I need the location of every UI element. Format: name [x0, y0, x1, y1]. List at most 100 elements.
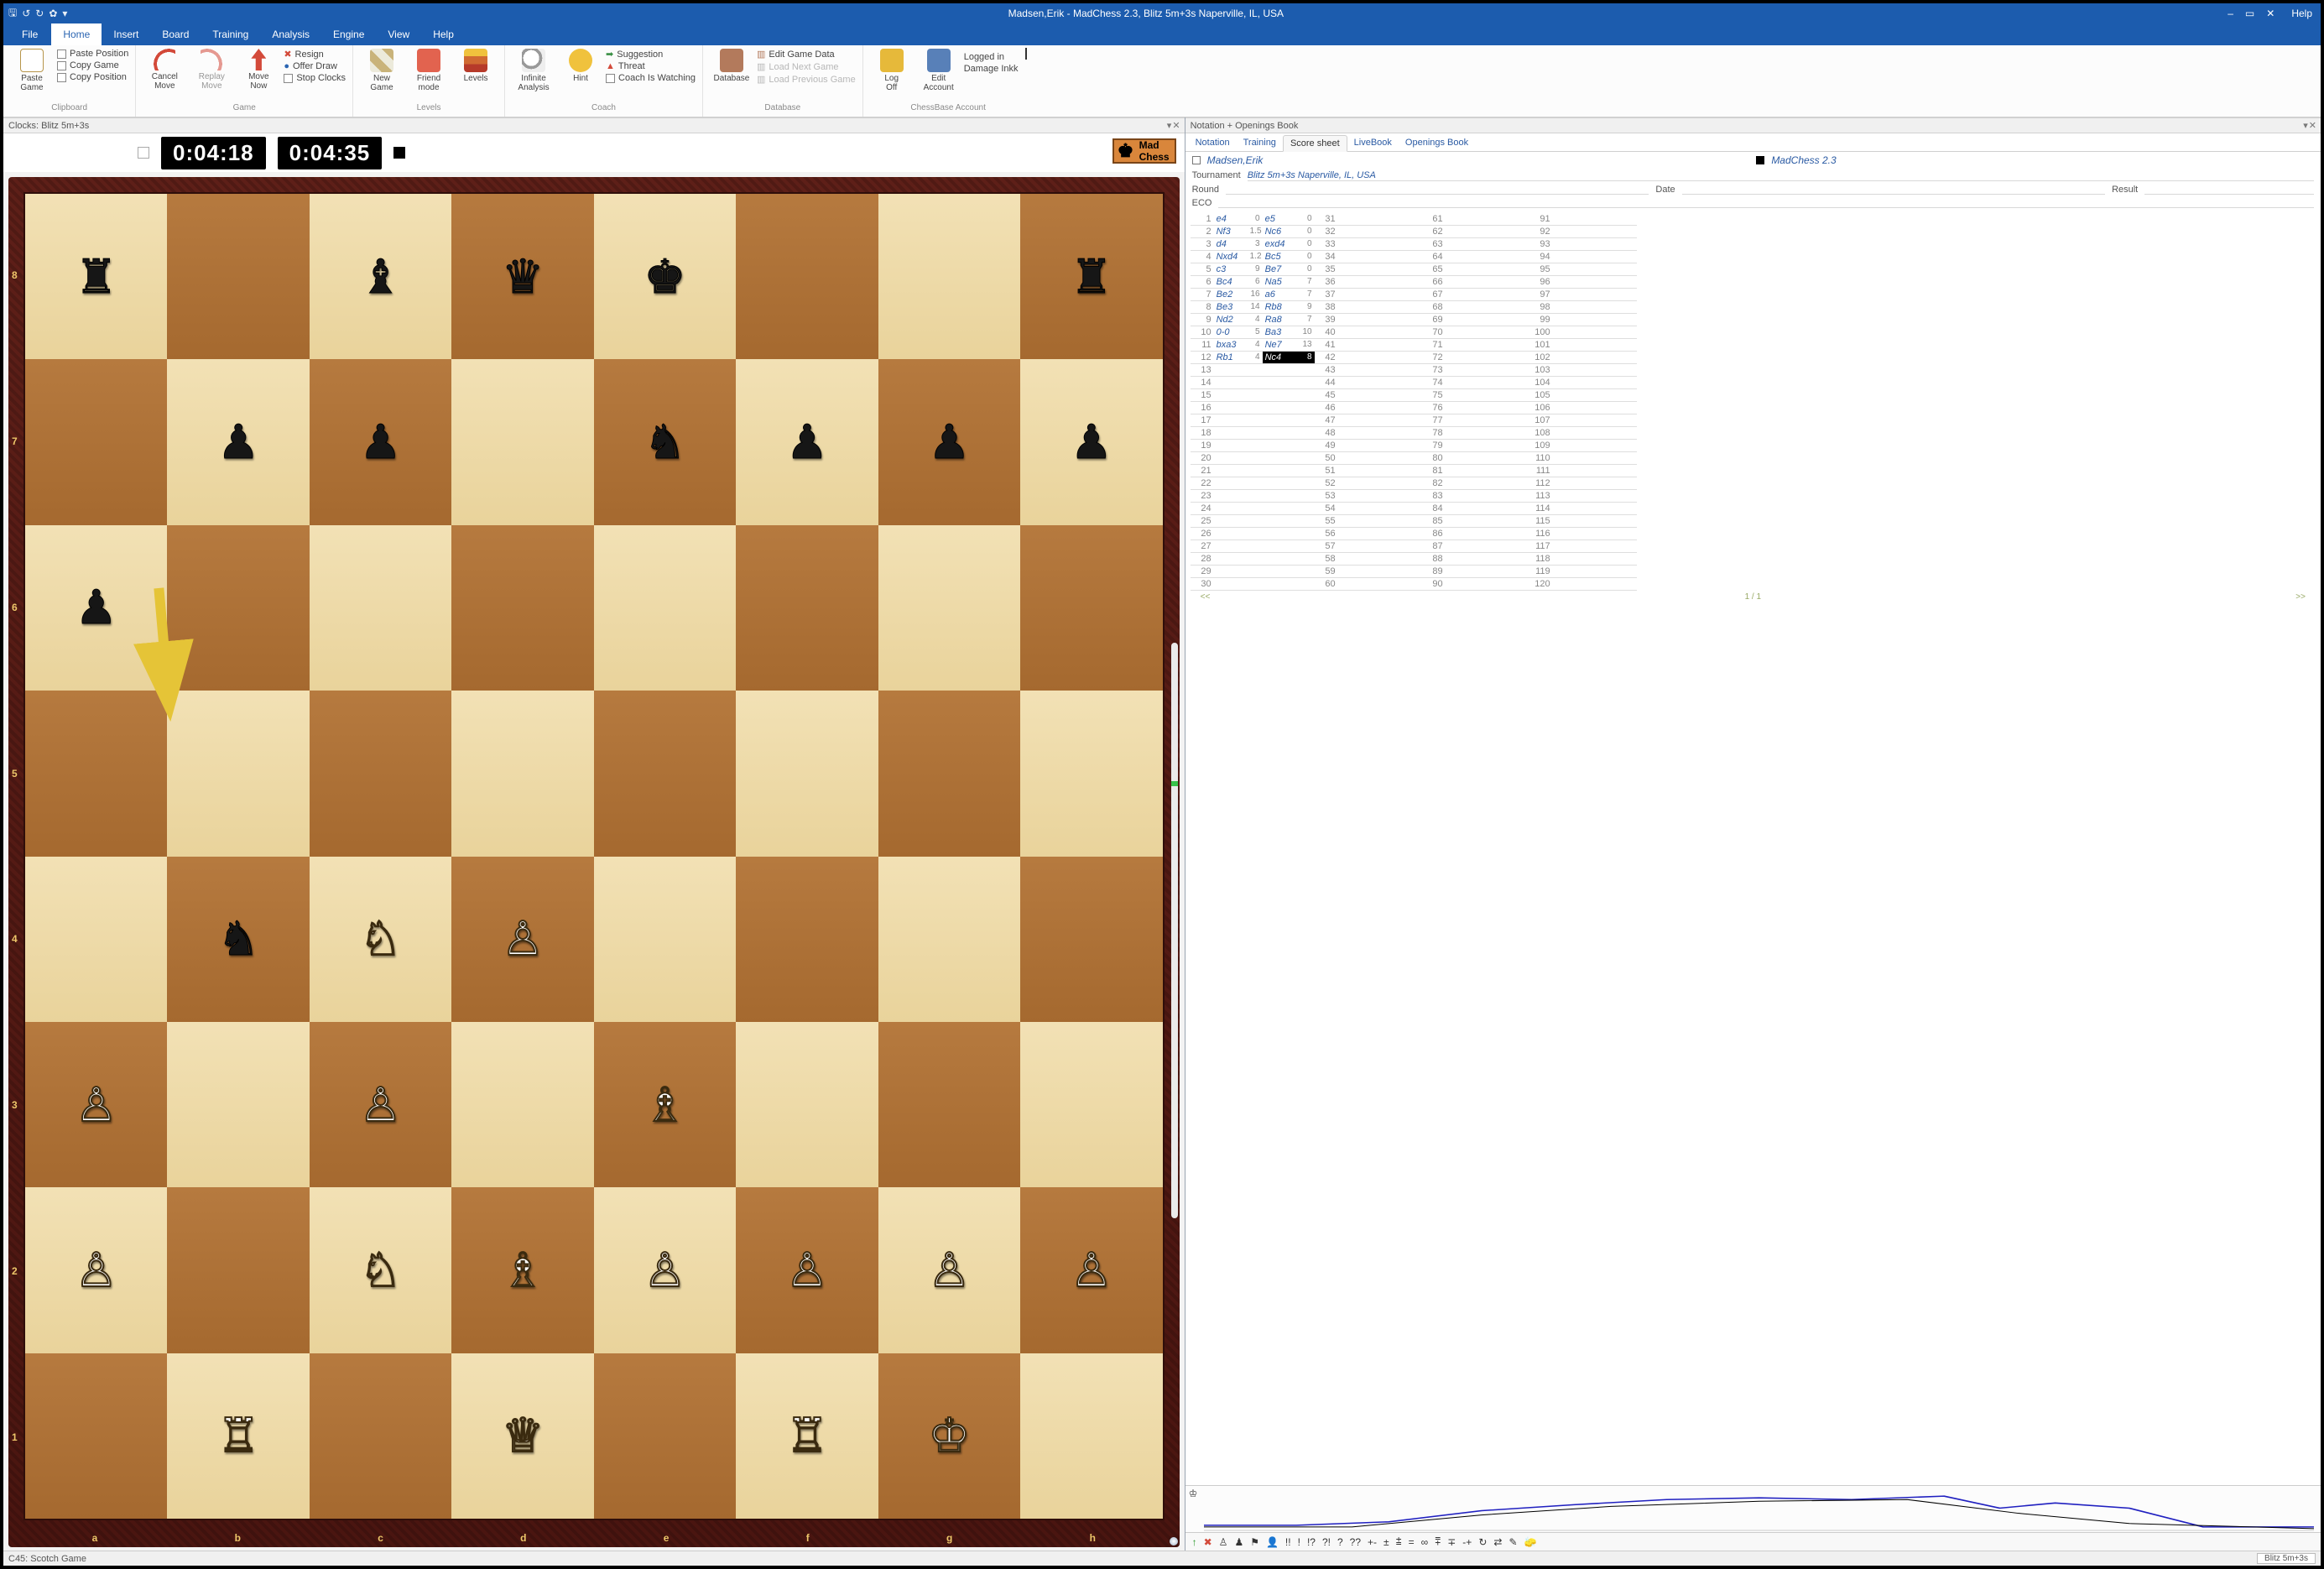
paste-game-button[interactable]: PasteGame: [10, 47, 54, 92]
move-cell[interactable]: [1338, 339, 1422, 352]
view-tab[interactable]: View: [376, 23, 421, 45]
log-off-button[interactable]: LogOff: [870, 47, 914, 92]
white-move[interactable]: [1214, 465, 1248, 477]
square[interactable]: [25, 857, 167, 1022]
move-cell[interactable]: [1338, 440, 1422, 452]
move-cell[interactable]: [1446, 389, 1529, 402]
move-cell[interactable]: [1446, 251, 1529, 263]
move-cell[interactable]: [1446, 477, 1529, 490]
square[interactable]: ♗: [451, 1187, 593, 1353]
annotation-button[interactable]: +-: [1368, 1536, 1377, 1548]
square[interactable]: ♟: [736, 359, 878, 524]
move-cell[interactable]: [1446, 490, 1529, 503]
clocks-close-icon[interactable]: ✕: [1172, 121, 1179, 131]
square[interactable]: [1020, 1022, 1162, 1187]
piece[interactable]: ♙: [360, 1082, 402, 1129]
black-move[interactable]: Be7: [1263, 263, 1300, 276]
move-cell[interactable]: [1446, 566, 1529, 578]
piece[interactable]: ♜: [76, 253, 117, 300]
move-cell[interactable]: [1553, 452, 1637, 465]
annotation-button[interactable]: !: [1298, 1536, 1300, 1548]
move-cell[interactable]: [1553, 477, 1637, 490]
square[interactable]: [310, 691, 451, 856]
square[interactable]: [736, 857, 878, 1022]
move-cell[interactable]: [1446, 414, 1529, 427]
piece[interactable]: ♖: [786, 1412, 828, 1459]
piece[interactable]: ♙: [644, 1247, 685, 1294]
square[interactable]: [167, 1187, 309, 1353]
black-move[interactable]: [1263, 477, 1300, 490]
move-cell[interactable]: [1553, 251, 1637, 263]
square[interactable]: [594, 1353, 736, 1519]
square[interactable]: [878, 691, 1020, 856]
notation-tab[interactable]: Score sheet: [1283, 135, 1347, 152]
white-move[interactable]: [1214, 490, 1248, 503]
move-cell[interactable]: [1446, 528, 1529, 540]
black-move[interactable]: [1263, 440, 1300, 452]
board-resize-handle[interactable]: [1170, 1537, 1178, 1546]
move-cell[interactable]: [1553, 289, 1637, 301]
square[interactable]: [310, 525, 451, 691]
move-cell[interactable]: [1553, 402, 1637, 414]
piece[interactable]: ♟: [928, 419, 970, 466]
undo-icon[interactable]: ↺: [22, 8, 30, 19]
move-cell[interactable]: [1446, 465, 1529, 477]
black-move[interactable]: [1263, 515, 1300, 528]
square[interactable]: ♙: [736, 1187, 878, 1353]
black-move[interactable]: Rb8: [1263, 301, 1300, 314]
stop-clocks-button[interactable]: Stop Clocks: [284, 73, 346, 83]
move-cell[interactable]: [1553, 528, 1637, 540]
notation-close-icon[interactable]: ✕: [2309, 121, 2316, 131]
square[interactable]: ♖: [736, 1353, 878, 1519]
white-move[interactable]: Nd2: [1214, 314, 1248, 326]
stop-clocks-checkbox[interactable]: [284, 74, 293, 83]
white-move[interactable]: e4: [1214, 213, 1248, 226]
white-move[interactable]: [1214, 515, 1248, 528]
black-move[interactable]: Ba3: [1263, 326, 1300, 339]
square[interactable]: ♜: [25, 194, 167, 359]
annotation-button[interactable]: ?!: [1322, 1536, 1331, 1548]
black-move[interactable]: [1263, 578, 1300, 591]
square[interactable]: [25, 691, 167, 856]
square[interactable]: ♘: [310, 1187, 451, 1353]
annotation-button[interactable]: ∞: [1421, 1536, 1429, 1548]
black-move[interactable]: [1263, 465, 1300, 477]
annotation-button[interactable]: ⇄: [1493, 1536, 1502, 1548]
white-move[interactable]: Rb1: [1214, 352, 1248, 364]
annotation-button[interactable]: !!: [1285, 1536, 1291, 1548]
training-tab[interactable]: Training: [201, 23, 260, 45]
move-cell[interactable]: [1446, 352, 1529, 364]
move-cell[interactable]: [1553, 276, 1637, 289]
black-move[interactable]: Nc6: [1263, 226, 1300, 238]
move-cell[interactable]: [1338, 515, 1422, 528]
pager-prev-button[interactable]: <<: [1201, 592, 1211, 602]
black-move[interactable]: [1263, 389, 1300, 402]
piece[interactable]: ♛: [502, 253, 544, 300]
white-move[interactable]: [1214, 440, 1248, 452]
insert-tab[interactable]: Insert: [102, 23, 150, 45]
new-game-button[interactable]: NewGame: [360, 47, 404, 92]
black-move[interactable]: [1263, 452, 1300, 465]
move-cell[interactable]: [1338, 364, 1422, 377]
square[interactable]: [25, 1353, 167, 1519]
move-cell[interactable]: [1553, 414, 1637, 427]
notation-tab[interactable]: LiveBook: [1347, 135, 1399, 151]
piece[interactable]: ♙: [76, 1082, 117, 1129]
move-cell[interactable]: [1338, 452, 1422, 465]
qat-dropdown-icon[interactable]: ▾: [62, 8, 67, 19]
annotation-button[interactable]: ⩲: [1396, 1535, 1402, 1548]
square[interactable]: ♝: [310, 194, 451, 359]
move-cell[interactable]: [1338, 477, 1422, 490]
notation-tab[interactable]: Notation: [1189, 135, 1237, 151]
square[interactable]: [451, 359, 593, 524]
move-cell[interactable]: [1446, 440, 1529, 452]
move-cell[interactable]: [1553, 490, 1637, 503]
square[interactable]: [1020, 691, 1162, 856]
move-cell[interactable]: [1553, 213, 1637, 226]
engine-tab[interactable]: Engine: [321, 23, 376, 45]
move-cell[interactable]: [1446, 364, 1529, 377]
white-move[interactable]: [1214, 503, 1248, 515]
move-cell[interactable]: [1553, 364, 1637, 377]
annotation-button[interactable]: =: [1409, 1536, 1415, 1548]
edit-game-button[interactable]: ▥Edit Game Data: [757, 49, 856, 60]
